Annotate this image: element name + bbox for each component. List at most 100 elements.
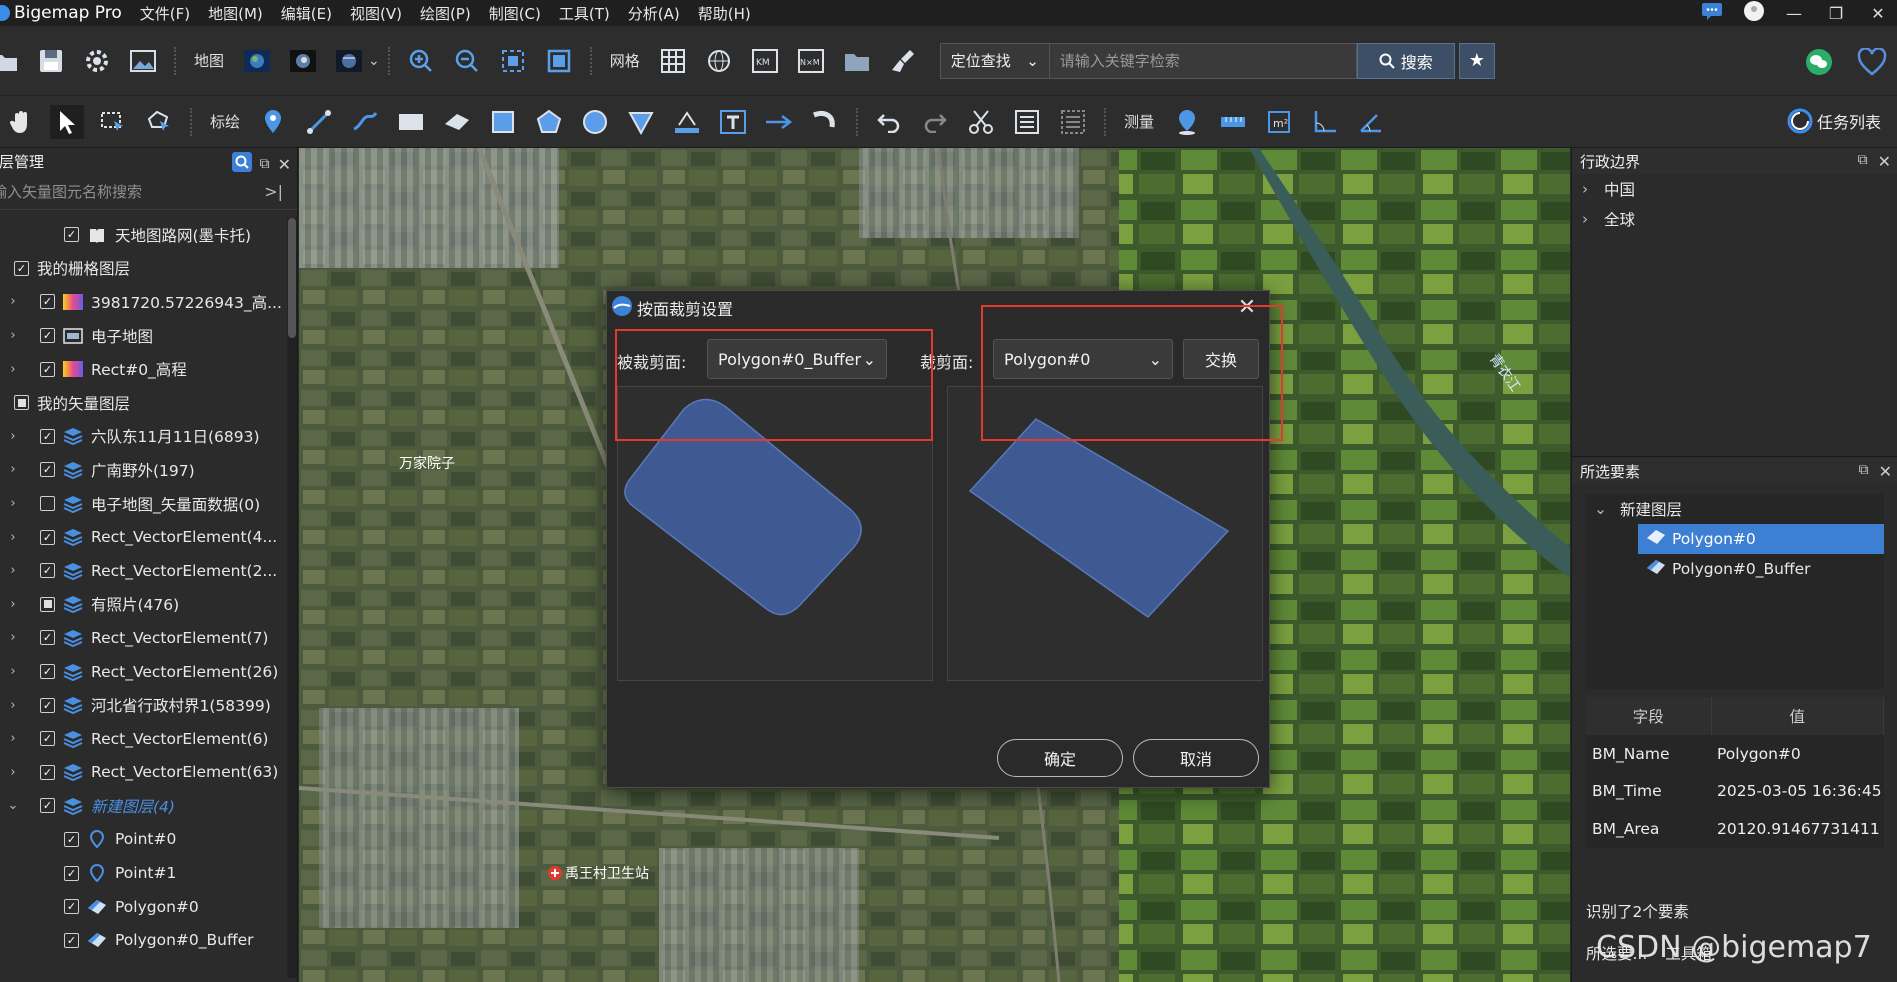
scrollbar-thumb[interactable] bbox=[288, 218, 296, 338]
collapse-search-icon[interactable]: >| bbox=[264, 182, 283, 201]
layer-checkbox[interactable]: ✓ bbox=[40, 529, 55, 545]
vector-layer-row[interactable]: › ✓ Rect_VectorElement(6) bbox=[0, 722, 288, 756]
layer-row-new-layer[interactable]: ⌄ ✓ 新建图层(4) bbox=[0, 789, 288, 823]
save-icon[interactable] bbox=[34, 44, 68, 78]
layer-checkbox[interactable]: ✓ bbox=[40, 731, 55, 747]
layer-row-rect-elevation[interactable]: › ✓ Rect#0_高程 bbox=[0, 352, 288, 386]
close-panel-icon[interactable]: ✕ bbox=[278, 155, 291, 174]
online-map-icon[interactable] bbox=[332, 44, 366, 78]
circle-tool-icon[interactable] bbox=[578, 105, 612, 139]
layer-checkbox[interactable]: ✓ bbox=[40, 664, 55, 680]
select-arrow-icon[interactable] bbox=[50, 104, 84, 139]
chevron-right-icon[interactable]: › bbox=[6, 328, 20, 343]
layer-checkbox[interactable]: ✓ bbox=[40, 764, 55, 780]
layer-checkbox[interactable]: ✓ bbox=[40, 328, 55, 344]
curve-tool-icon[interactable] bbox=[348, 105, 382, 139]
layer-checkbox[interactable]: ✓ bbox=[40, 563, 55, 579]
vector-layer-row[interactable]: › ✓ Rect_VectorElement(4... bbox=[0, 520, 288, 554]
restore-icon[interactable]: ❐ bbox=[1827, 4, 1845, 23]
line-tool-icon[interactable] bbox=[302, 105, 336, 139]
sector-tool-icon[interactable] bbox=[624, 105, 658, 139]
chevron-right-icon[interactable]: › bbox=[6, 462, 20, 477]
chevron-right-icon[interactable]: › bbox=[6, 563, 20, 578]
vector-layer-row[interactable]: › 电子地图_矢量面数据(0) bbox=[0, 487, 288, 521]
selected-layer-row[interactable]: ⌄ 新建图层 bbox=[1586, 494, 1884, 524]
layer-group-raster[interactable]: ✓ 我的栅格图层 bbox=[0, 252, 288, 286]
layer-checkbox[interactable]: ✓ bbox=[64, 227, 79, 243]
clear-brush-icon[interactable] bbox=[886, 44, 920, 78]
pentagon-tool-icon[interactable] bbox=[532, 105, 566, 139]
folder-grid-icon[interactable] bbox=[840, 44, 874, 78]
float-panel-icon[interactable]: ⧉ bbox=[1858, 152, 1868, 171]
feature-row-point[interactable]: ✓ Point#0 bbox=[0, 823, 288, 857]
chevron-right-icon[interactable]: › bbox=[6, 597, 20, 612]
measure-point-icon[interactable] bbox=[1170, 105, 1204, 139]
layer-checkbox-partial[interactable] bbox=[14, 395, 29, 411]
layer-row-tianditu-roads[interactable]: ✓ 天地图路网(墨卡托) bbox=[0, 218, 288, 252]
measure-angle-icon[interactable] bbox=[1308, 105, 1342, 139]
zoom-in-icon[interactable] bbox=[404, 44, 438, 78]
text-label-icon[interactable] bbox=[716, 105, 750, 139]
layer-checkbox[interactable]: ✓ bbox=[40, 361, 55, 377]
layer-checkbox[interactable]: ✓ bbox=[40, 630, 55, 646]
minimize-icon[interactable]: — bbox=[1785, 4, 1803, 23]
rect-select-icon[interactable] bbox=[96, 105, 130, 139]
layer-checkbox-unchecked[interactable] bbox=[40, 496, 55, 512]
zoom-extent-icon[interactable] bbox=[496, 44, 530, 78]
menu-help[interactable]: 帮助(H) bbox=[698, 3, 751, 24]
menu-edit[interactable]: 编辑(E) bbox=[281, 3, 332, 24]
measure-distance-icon[interactable] bbox=[1216, 105, 1250, 139]
undo-icon[interactable] bbox=[872, 105, 906, 139]
cut-scissors-icon[interactable] bbox=[964, 105, 998, 139]
close-panel-icon[interactable]: ✕ bbox=[1878, 152, 1891, 171]
layer-checkbox-partial[interactable] bbox=[40, 596, 55, 612]
admin-item-global[interactable]: › 全球 bbox=[1572, 204, 1897, 234]
search-scope-select[interactable]: 定位查找 ⌄ bbox=[939, 42, 1050, 79]
attribute-list-icon[interactable] bbox=[1010, 105, 1044, 139]
layer-search-icon[interactable] bbox=[231, 152, 252, 176]
layer-checkbox[interactable]: ✓ bbox=[64, 865, 79, 881]
freehand-polygon-icon[interactable] bbox=[440, 105, 474, 139]
vector-layer-row[interactable]: › ✓ 河北省行政村界1(58399) bbox=[0, 688, 288, 722]
layer-checkbox[interactable]: ✓ bbox=[64, 831, 79, 847]
feature-row-polygon[interactable]: ✓ Polygon#0 bbox=[0, 890, 288, 924]
layer-checkbox[interactable]: ✓ bbox=[40, 294, 55, 310]
chevron-right-icon[interactable]: › bbox=[6, 630, 20, 645]
selected-item-polygon-buffer[interactable]: Polygon#0_Buffer bbox=[1638, 554, 1884, 584]
menu-file[interactable]: 文件(F) bbox=[140, 3, 190, 24]
heart-service-icon[interactable] bbox=[1857, 47, 1887, 80]
vector-layer-row[interactable]: › ✓ 六队东11月11日(6893) bbox=[0, 420, 288, 454]
chevron-right-icon[interactable]: › bbox=[6, 530, 20, 545]
selected-item-polygon[interactable]: Polygon#0 bbox=[1638, 524, 1884, 554]
layer-tree-scrollbar[interactable] bbox=[287, 218, 297, 978]
user-avatar-icon[interactable] bbox=[1743, 0, 1764, 26]
layer-row-electronic-map[interactable]: › ✓ 电子地图 bbox=[0, 319, 288, 353]
chevron-right-icon[interactable]: › bbox=[6, 429, 20, 444]
km-grid-icon[interactable]: KM bbox=[748, 44, 782, 78]
menu-draw[interactable]: 绘图(P) bbox=[420, 3, 471, 24]
layer-checkbox[interactable]: ✓ bbox=[40, 462, 55, 478]
chevron-right-icon[interactable]: › bbox=[6, 664, 20, 679]
menu-view[interactable]: 视图(V) bbox=[350, 3, 402, 24]
menu-analysis[interactable]: 分析(A) bbox=[628, 3, 680, 24]
table-row[interactable]: BM_Area 20120.91467731411 bbox=[1586, 810, 1884, 848]
task-list-button[interactable]: 任务列表 bbox=[1787, 108, 1881, 134]
chevron-right-icon[interactable]: › bbox=[6, 765, 20, 780]
layer-search-input[interactable] bbox=[0, 182, 252, 201]
nxm-grid-icon[interactable]: N×M bbox=[794, 44, 828, 78]
search-button[interactable]: 搜索 bbox=[1356, 42, 1455, 79]
open-folder-icon[interactable] bbox=[0, 44, 22, 78]
layer-checkbox[interactable]: ✓ bbox=[64, 932, 79, 948]
chevron-right-icon[interactable]: › bbox=[6, 496, 20, 511]
curved-arrow-icon[interactable] bbox=[808, 105, 842, 139]
table-row[interactable]: BM_Time 2025-03-05 16:36:45 bbox=[1586, 773, 1884, 811]
chevron-down-icon[interactable]: ⌄ bbox=[6, 798, 20, 813]
map-dropdown-chevron-icon[interactable]: ⌄ bbox=[368, 53, 380, 69]
chevron-right-icon[interactable]: › bbox=[6, 294, 20, 309]
message-icon[interactable] bbox=[1701, 2, 1722, 24]
vector-layer-row[interactable]: › ✓ Rect_VectorElement(7) bbox=[0, 621, 288, 655]
chevron-right-icon[interactable]: › bbox=[6, 698, 20, 713]
chevron-right-icon[interactable]: › bbox=[6, 731, 20, 746]
wechat-icon[interactable] bbox=[1805, 48, 1833, 80]
redo-icon[interactable] bbox=[918, 105, 952, 139]
